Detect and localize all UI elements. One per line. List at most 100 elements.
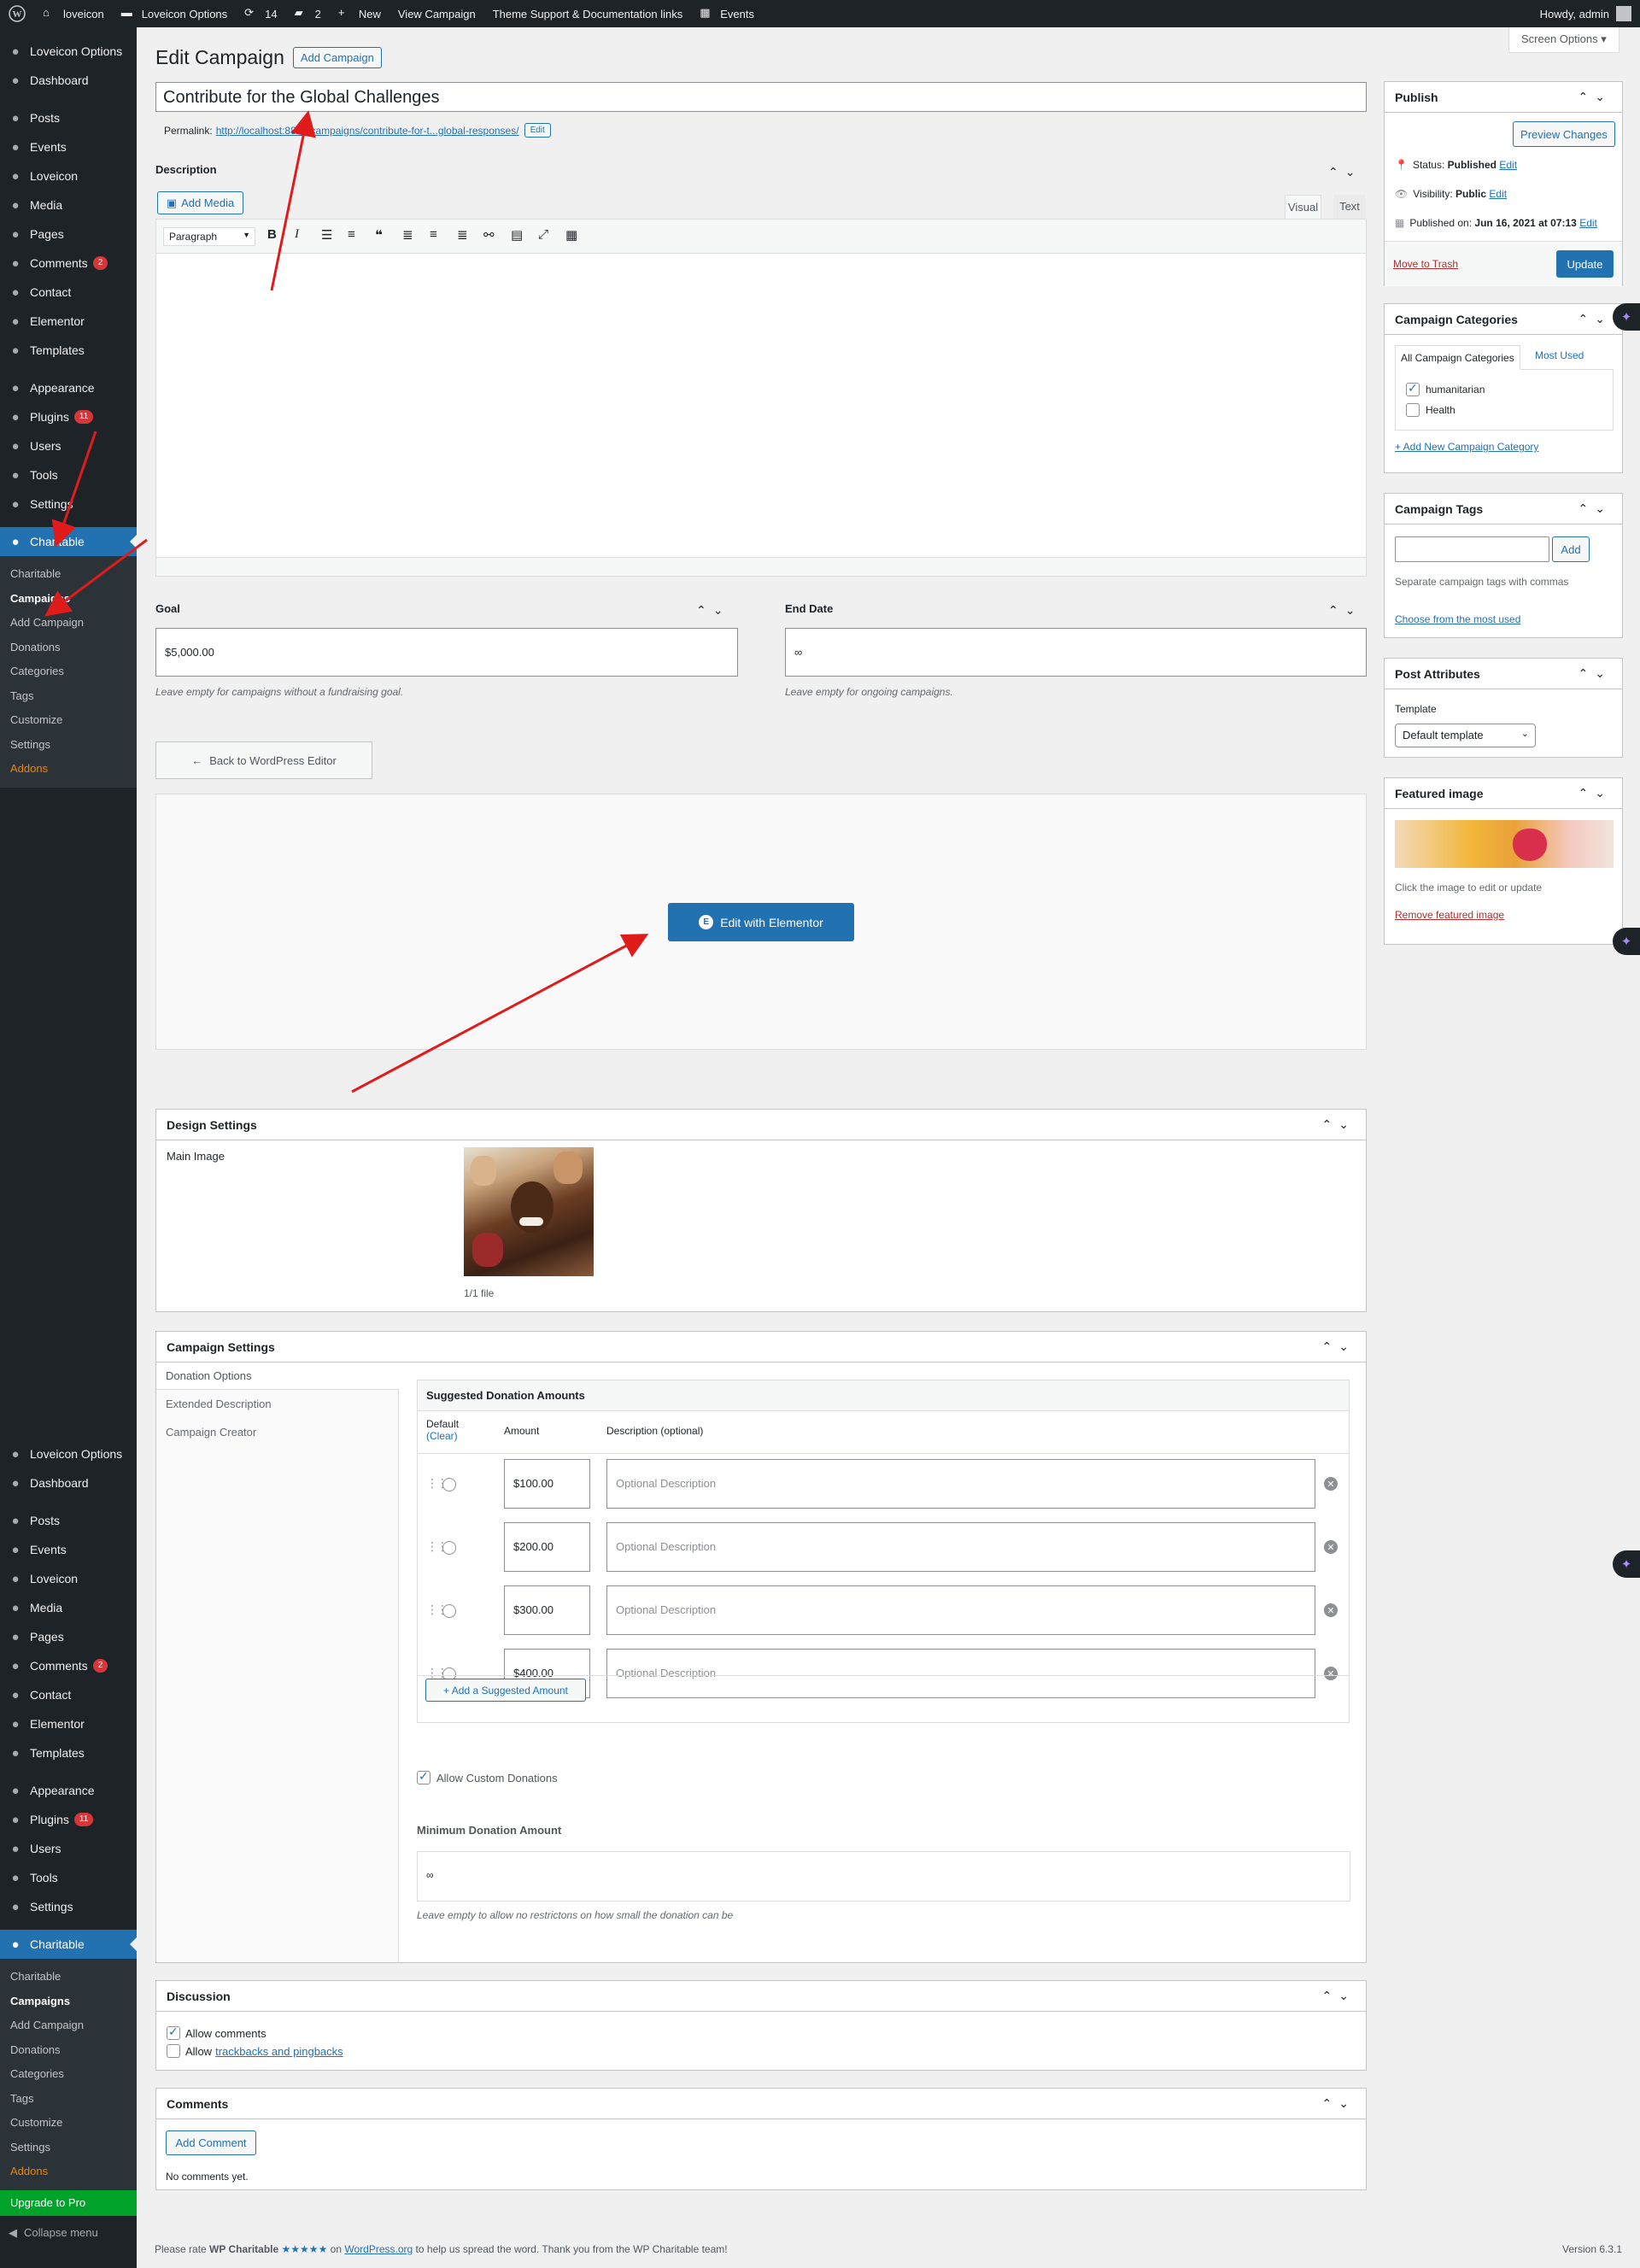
description-input[interactable]: Optional Description (606, 1522, 1315, 1572)
submenu-item-tags[interactable]: Tags (0, 684, 137, 709)
design-settings-header[interactable]: Design Settings ⌃⌄ (156, 1110, 1366, 1140)
move-to-trash-link[interactable]: Move to Trash (1393, 258, 1458, 270)
choose-most-used-link[interactable]: Choose from the most used (1395, 613, 1520, 625)
add-campaign-button[interactable]: Add Campaign (292, 47, 382, 68)
sidebar-item-elementor[interactable]: ● Elementor (0, 307, 137, 336)
box-toggle-arrows[interactable]: ⌃⌄ (1578, 501, 1612, 516)
sidebar-item-posts[interactable]: ● Posts (0, 1506, 137, 1535)
trackbacks-link[interactable]: trackbacks and pingbacks (215, 2045, 343, 2058)
submenu-item-categories[interactable]: Categories (0, 659, 137, 684)
submenu-item-categories[interactable]: Categories (0, 2062, 137, 2087)
sparkle-icon[interactable]: ✦ (1613, 303, 1640, 331)
discussion-header[interactable]: Discussion ⌃⌄ (156, 1981, 1366, 2012)
default-radio[interactable] (442, 1604, 456, 1618)
add-suggested-amount-button[interactable]: + Add a Suggested Amount (425, 1679, 586, 1702)
permalink-link[interactable]: http://localhost:8813/campaigns/contribu… (216, 125, 519, 137)
box-toggle-arrows[interactable]: ⌃⌄ (1322, 2096, 1356, 2111)
tab-campaign-creator[interactable]: Campaign Creator (156, 1418, 398, 1446)
editor-content-area[interactable] (156, 254, 1366, 554)
sidebar-item-tools[interactable]: ● Tools (0, 1863, 137, 1892)
submenu-item-charitable[interactable]: Charitable (0, 1965, 137, 1990)
collapse-menu-button[interactable]: ◀ Collapse menu (0, 2216, 137, 2250)
submenu-item-donations[interactable]: Donations (0, 2038, 137, 2063)
category-checkbox[interactable] (1406, 403, 1420, 417)
events-link[interactable]: ▦ Events (691, 0, 763, 27)
rating-stars[interactable]: ★★★★★ (282, 2243, 328, 2255)
sidebar-item-comments[interactable]: ● Comments 2 (0, 249, 137, 278)
allow-comments-checkbox[interactable] (167, 2025, 180, 2040)
sidebar-item-settings[interactable]: ● Settings (0, 1892, 137, 1921)
loveicon-options-link[interactable]: ▬ Loveicon Options (113, 0, 236, 27)
comments-header[interactable]: Comments ⌃⌄ (156, 2089, 1366, 2119)
submenu-item-addons[interactable]: Addons (0, 2160, 137, 2184)
min-donation-input[interactable]: ∞ (417, 1851, 1350, 1902)
sidebar-item-loveicon-options[interactable]: ● Loveicon Options (0, 1439, 137, 1468)
box-toggle-arrows[interactable]: ⌃⌄ (1322, 1339, 1356, 1354)
sidebar-item-comments[interactable]: ● Comments 2 (0, 1651, 137, 1680)
sidebar-item-dashboard[interactable]: ● Dashboard (0, 66, 137, 95)
remove-icon[interactable]: ✕ (1324, 1603, 1338, 1617)
sidebar-item-charitable[interactable]: ● Charitable (0, 527, 137, 556)
bold-icon[interactable]: B (267, 227, 277, 242)
box-toggle-arrows[interactable]: ⌃⌄ (1578, 786, 1612, 800)
tab-most-used[interactable]: Most Used (1535, 349, 1584, 361)
campaign-settings-header[interactable]: Campaign Settings ⌃⌄ (156, 1332, 1366, 1363)
sidebar-item-settings[interactable]: ● Settings (0, 489, 137, 519)
permalink-edit-button[interactable]: Edit (524, 123, 551, 138)
sidebar-item-posts[interactable]: ● Posts (0, 103, 137, 132)
sidebar-item-users[interactable]: ● Users (0, 431, 137, 460)
post-title-input[interactable]: Contribute for the Global Challenges (155, 82, 1367, 112)
submenu-item-settings[interactable]: Settings (0, 2136, 137, 2160)
amount-input[interactable]: $100.00 (504, 1459, 590, 1509)
sidebar-item-loveicon[interactable]: ● Loveicon (0, 1564, 137, 1593)
preview-changes-button[interactable]: Preview Changes (1513, 121, 1615, 147)
submenu-item-settings[interactable]: Settings (0, 733, 137, 758)
sidebar-item-users[interactable]: ● Users (0, 1834, 137, 1863)
allow-custom-row[interactable]: Allow Custom Donations (417, 1769, 558, 1785)
add-new-category-link[interactable]: + Add New Campaign Category (1395, 441, 1538, 453)
sidebar-item-elementor[interactable]: ● Elementor (0, 1709, 137, 1738)
goal-input[interactable]: $5,000.00 (155, 628, 738, 677)
remove-featured-image-link[interactable]: Remove featured image (1395, 909, 1504, 921)
sidebar-item-contact[interactable]: ● Contact (0, 278, 137, 307)
add-comment-button[interactable]: Add Comment (166, 2130, 256, 2155)
featured-image-thumbnail[interactable] (1395, 820, 1614, 868)
description-toggle-arrows[interactable]: ⌃⌄ (1328, 165, 1362, 179)
sidebar-item-loveicon-options[interactable]: ● Loveicon Options (0, 37, 137, 66)
publish-header[interactable]: Publish ⌃⌄ (1385, 82, 1622, 113)
submenu-item-customize[interactable]: Customize (0, 708, 137, 733)
sidebar-item-media[interactable]: ● Media (0, 1593, 137, 1622)
tab-all-categories[interactable]: All Campaign Categories (1395, 345, 1520, 370)
align-right-icon[interactable]: ≣ (457, 227, 468, 243)
sidebar-item-pages[interactable]: ● Pages (0, 1622, 137, 1651)
sparkle-icon[interactable]: ✦ (1613, 928, 1640, 955)
sidebar-item-charitable[interactable]: ● Charitable (0, 1930, 137, 1959)
status-edit-link[interactable]: Edit (1499, 159, 1517, 171)
category-item[interactable]: humanitarian (1406, 381, 1485, 396)
submenu-item-add-campaign[interactable]: Add Campaign (0, 2013, 137, 2038)
remove-icon[interactable]: ✕ (1324, 1540, 1338, 1554)
end-date-toggle-arrows[interactable]: ⌃⌄ (1328, 603, 1362, 618)
submenu-item-add-campaign[interactable]: Add Campaign (0, 611, 137, 636)
link-icon[interactable]: ⚯ (483, 227, 495, 243)
clear-default-link[interactable]: (Clear) (426, 1430, 459, 1442)
sidebar-item-plugins[interactable]: ● Plugins 11 (0, 402, 137, 431)
sidebar-item-plugins[interactable]: ● Plugins 11 (0, 1805, 137, 1834)
account-menu[interactable]: Howdy, admin (1540, 6, 1640, 21)
tab-donation-options[interactable]: Donation Options (156, 1363, 399, 1390)
align-left-icon[interactable]: ≣ (402, 227, 413, 243)
sidebar-item-media[interactable]: ● Media (0, 190, 137, 220)
screen-options-button[interactable]: Screen Options ▾ (1508, 27, 1620, 53)
site-name-link[interactable]: ⌂ loveicon (34, 0, 113, 27)
box-toggle-arrows[interactable]: ⌃⌄ (1322, 1989, 1356, 2003)
main-image-thumbnail[interactable] (464, 1147, 594, 1276)
submenu-item-addons[interactable]: Addons (0, 757, 137, 782)
submenu-item-customize[interactable]: Customize (0, 2111, 137, 2136)
read-more-icon[interactable]: ▤ (511, 227, 523, 243)
format-select[interactable]: Paragraph ▼ (163, 227, 255, 246)
submenu-item-donations[interactable]: Donations (0, 636, 137, 660)
view-campaign-link[interactable]: View Campaign (390, 0, 484, 27)
default-radio[interactable] (442, 1541, 456, 1555)
sidebar-item-contact[interactable]: ● Contact (0, 1680, 137, 1709)
tab-extended-description[interactable]: Extended Description (156, 1390, 398, 1418)
